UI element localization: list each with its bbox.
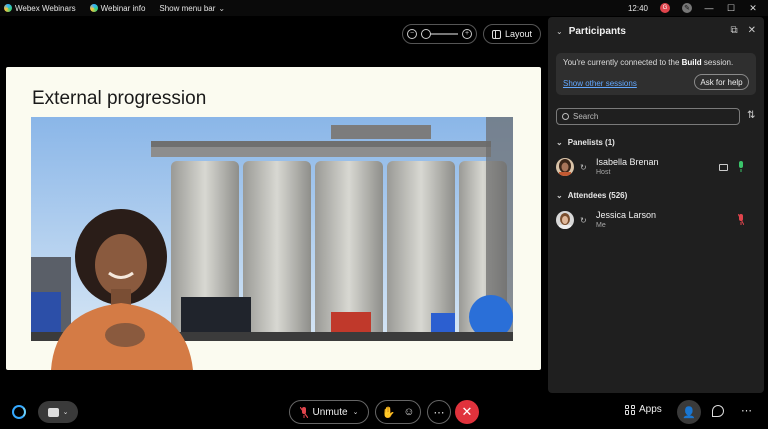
meeting-controls-bar: ⌄ Unmute ⌄ ✋ ☺ ⋯ ✕ Apps 👤 ⋯ [0, 396, 768, 429]
show-menu-bar-label: Show menu bar [159, 3, 216, 13]
connection-sync-icon: ↻ [580, 216, 587, 225]
minimize-icon[interactable]: — [704, 3, 714, 13]
participant-role: Me [596, 222, 606, 229]
collapse-panel-icon[interactable]: ⌄ [556, 27, 563, 36]
close-panel-icon[interactable]: ✕ [748, 25, 756, 36]
user-avatar[interactable]: G [660, 3, 670, 13]
chevron-down-icon[interactable]: ⌄ [353, 408, 359, 416]
webinar-info-button[interactable]: Webinar info [89, 3, 146, 13]
webex-logo-icon [4, 4, 12, 12]
zoom-control: − + [402, 24, 477, 44]
session-notice: You're currently connected to the Build … [556, 53, 756, 95]
captions-menu-button[interactable]: ⌄ [38, 401, 78, 423]
title-bar: Webex Webinars Webinar info Show menu ba… [0, 0, 768, 16]
notice-suffix: session. [701, 58, 734, 67]
sort-icon[interactable]: ⇅ [747, 110, 755, 121]
session-name: Build [681, 58, 702, 67]
clock: 12:40 [627, 3, 648, 13]
close-window-icon[interactable]: ✕ [748, 3, 758, 14]
participants-panel: ⌄ Participants ⧉ ✕ You're currently conn… [548, 17, 764, 393]
layout-icon [491, 29, 501, 39]
attendees-section-toggle[interactable]: ⌄ Attendees (526) [556, 191, 627, 200]
panelists-header: Panelists (1) [567, 138, 615, 147]
pop-out-icon[interactable]: ⧉ [730, 25, 737, 36]
reactions-group: ✋ ☺ [375, 400, 421, 424]
apps-label: Apps [639, 404, 662, 415]
show-menu-bar-button[interactable]: Show menu bar ⌄ [159, 4, 225, 13]
search-placeholder: Search [573, 112, 599, 121]
status-icon[interactable]: ✎ [682, 3, 692, 13]
session-notice-text: You're currently connected to the Build … [563, 58, 749, 67]
chevron-down-icon: ⌄ [556, 191, 563, 200]
slide-title: External progression [32, 88, 207, 109]
zoom-out-icon[interactable]: − [407, 29, 417, 39]
more-options-icon[interactable]: ⋯ [741, 404, 752, 417]
video-camera-icon[interactable] [719, 164, 728, 171]
avatar [556, 158, 574, 176]
more-options-icon: ⋯ [433, 406, 445, 419]
webinar-info-icon [89, 4, 98, 12]
microphone-active-icon[interactable] [738, 161, 744, 172]
participant-name: Jessica Larson [596, 210, 657, 220]
chat-icon[interactable] [712, 405, 724, 417]
participants-toggle-button[interactable]: 👤 [677, 400, 701, 424]
unmute-button[interactable]: Unmute ⌄ [289, 400, 369, 424]
participants-icon: 👤 [682, 406, 696, 419]
search-icon [562, 113, 569, 120]
close-icon: ✕ [461, 404, 473, 419]
shared-slide: External progression [6, 67, 541, 370]
chevron-down-icon: ⌄ [218, 3, 226, 13]
webex-assistant-icon[interactable] [12, 405, 26, 419]
webinar-info-label: Webinar info [100, 3, 146, 13]
show-other-sessions-link[interactable]: Show other sessions [563, 79, 637, 88]
zoom-in-icon[interactable]: + [462, 29, 472, 39]
participant-row[interactable]: ↻ Jessica Larson Me [556, 208, 756, 234]
layout-label: Layout [504, 29, 533, 39]
participant-name: Isabella Brenan [596, 157, 659, 167]
presenter-video [51, 209, 193, 370]
chevron-down-icon: ⌄ [62, 409, 69, 416]
apps-icon [625, 404, 635, 415]
zoom-slider[interactable] [421, 29, 458, 39]
microphone-muted-icon[interactable] [738, 214, 744, 225]
participant-role: Host [596, 169, 611, 176]
app-title: Webex Webinars [4, 4, 76, 13]
participants-title: Participants [568, 25, 626, 37]
microphone-muted-icon [299, 406, 308, 418]
zoom-slider-handle[interactable] [421, 29, 431, 39]
unmute-label: Unmute [312, 406, 348, 418]
attendees-header: Attendees (526) [567, 191, 628, 200]
raise-hand-icon[interactable]: ✋ [382, 406, 396, 419]
chevron-down-icon: ⌄ [556, 138, 563, 147]
more-options-button[interactable]: ⋯ [427, 400, 451, 424]
participant-row[interactable]: ↻ Isabella Brenan Host [556, 155, 756, 181]
app-name: Webex Webinars [15, 3, 76, 13]
connection-sync-icon: ↻ [580, 163, 587, 172]
notice-prefix: You're currently connected to the [563, 58, 682, 67]
maximize-icon[interactable]: ☐ [726, 3, 736, 14]
reactions-icon[interactable]: ☺ [403, 406, 414, 418]
captions-icon [47, 407, 59, 417]
ask-for-help-button[interactable]: Ask for help [694, 74, 749, 90]
panelists-section-toggle[interactable]: ⌄ Panelists (1) [556, 138, 615, 147]
layout-button[interactable]: Layout [483, 24, 541, 44]
apps-button[interactable]: Apps [625, 404, 662, 415]
leave-meeting-button[interactable]: ✕ [455, 400, 479, 424]
avatar [556, 211, 574, 229]
participant-search-input[interactable]: Search [556, 108, 740, 125]
